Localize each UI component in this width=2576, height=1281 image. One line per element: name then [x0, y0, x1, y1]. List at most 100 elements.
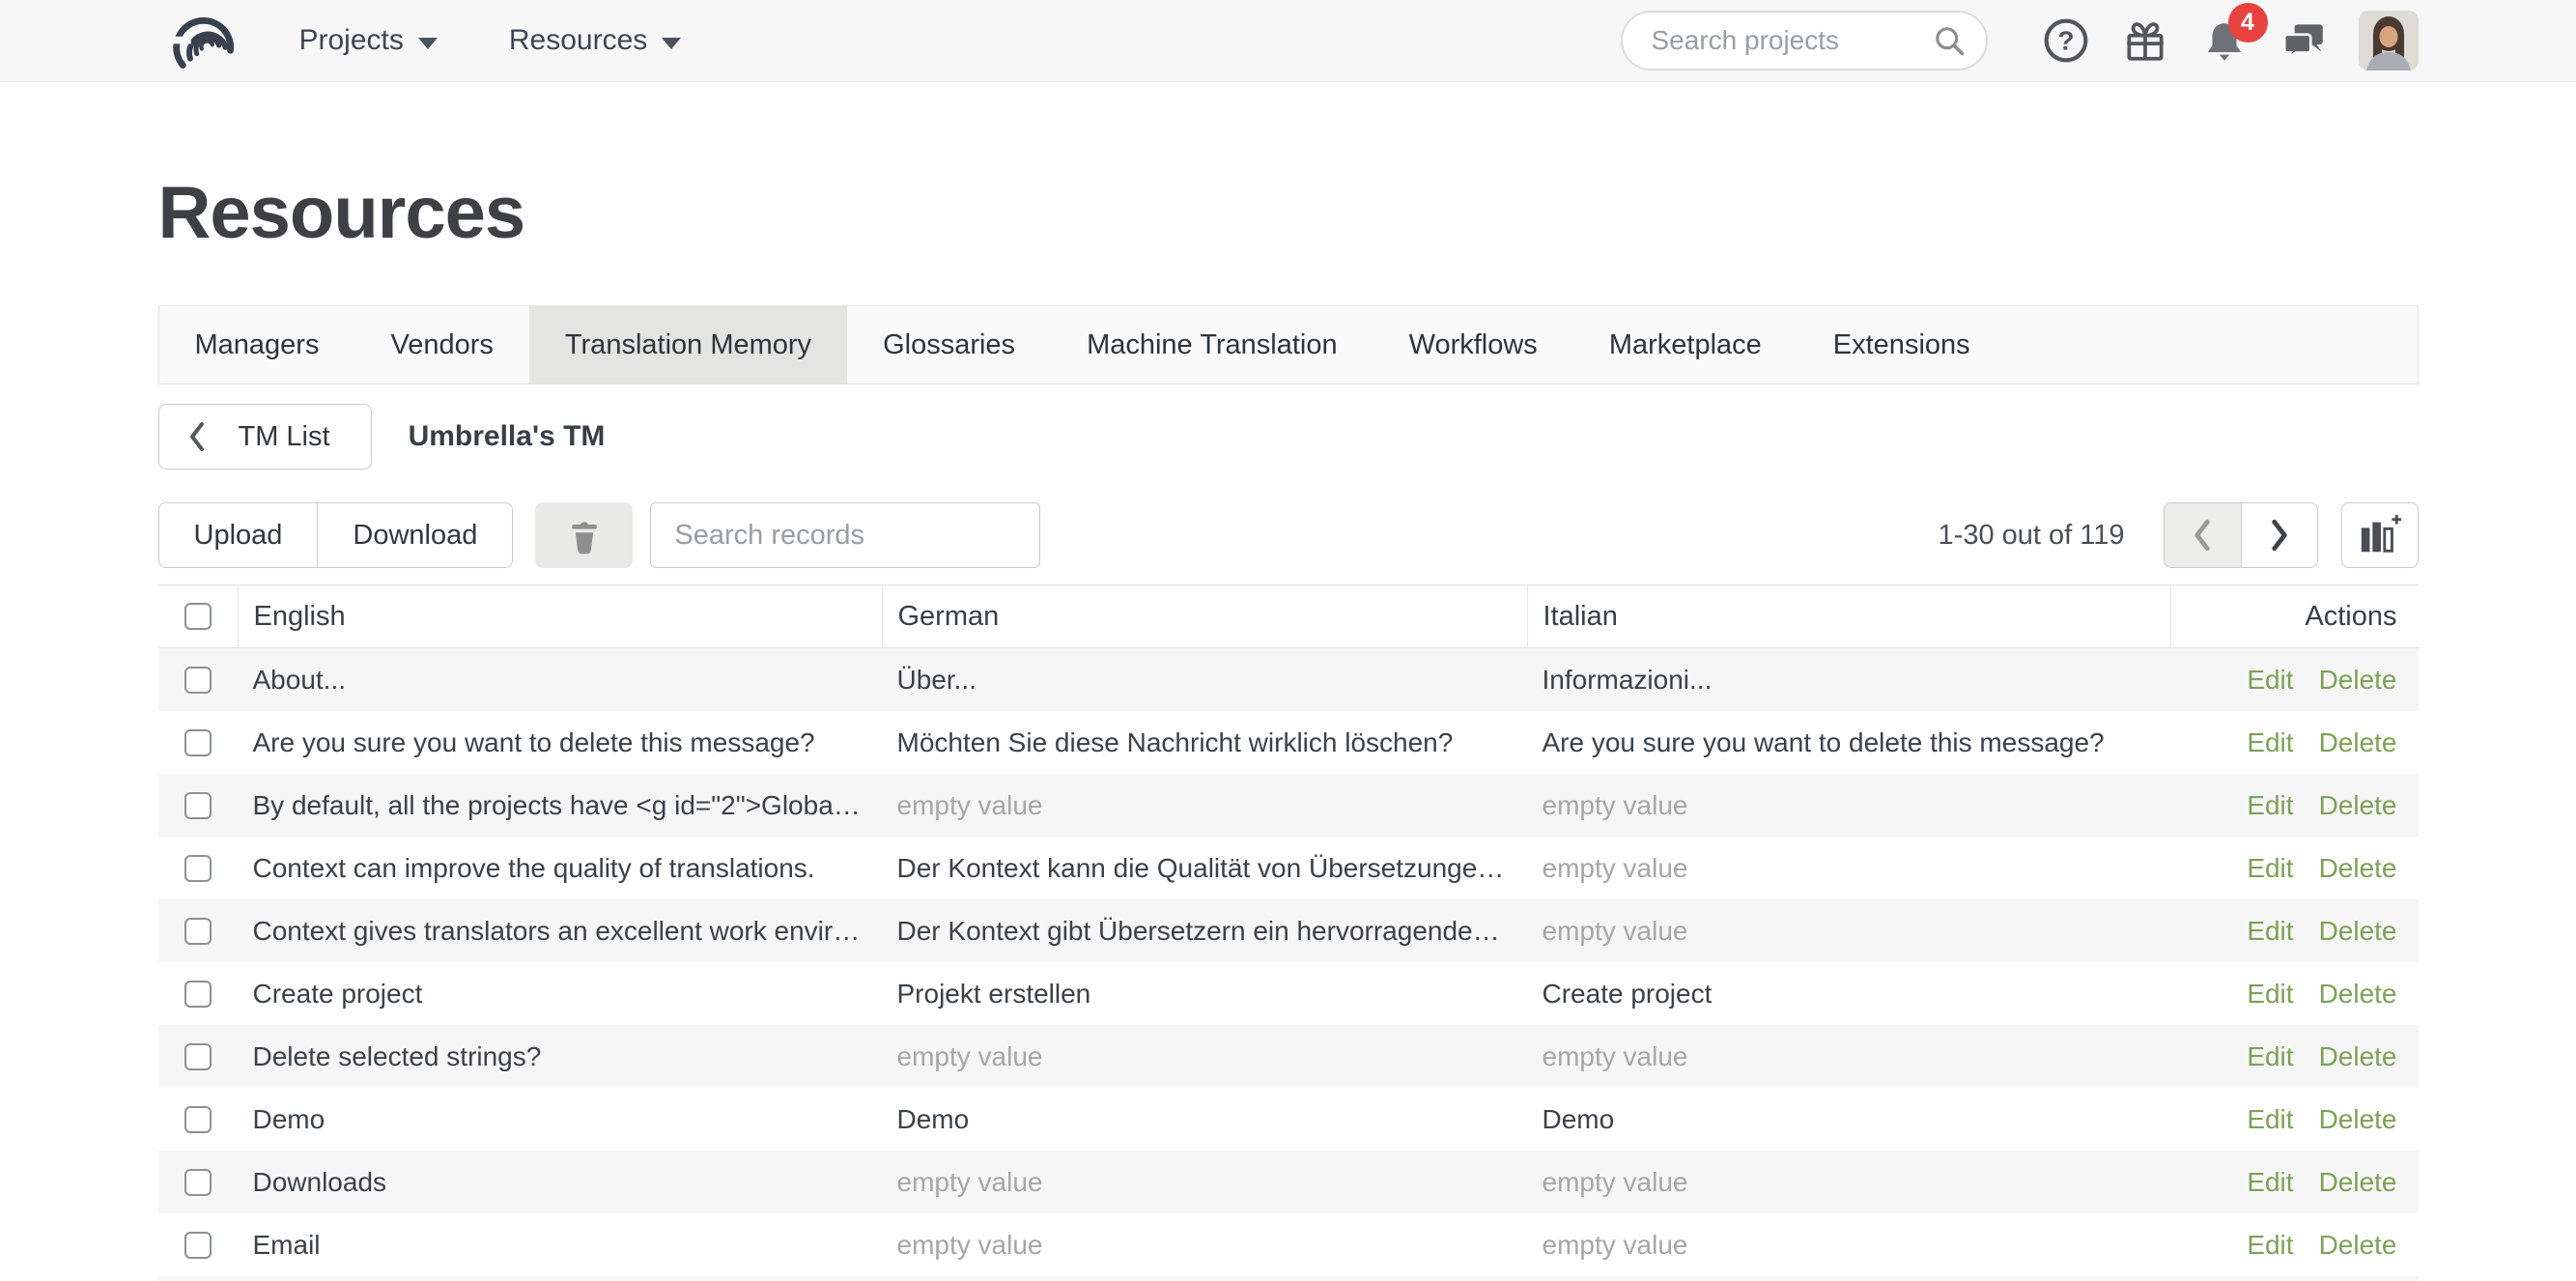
nav-resources-label: Resources [509, 24, 647, 57]
select-all-checkbox[interactable] [184, 603, 212, 630]
cell-italian: Create project [1527, 979, 2170, 1010]
chevron-down-icon [418, 38, 438, 49]
user-avatar[interactable] [2359, 11, 2419, 71]
tab-managers[interactable]: Managers [159, 306, 355, 384]
row-checkbox[interactable] [184, 918, 212, 945]
delete-link[interactable]: Delete [2319, 1230, 2397, 1261]
tab-marketplace[interactable]: Marketplace [1573, 306, 1798, 384]
cell-italian: Informazioni... [1527, 665, 2170, 696]
tab-workflows[interactable]: Workflows [1373, 306, 1573, 384]
delete-link[interactable]: Delete [2319, 979, 2397, 1010]
table-row: Create project Projekt erstellen Create … [158, 962, 2419, 1025]
page-title: Resources [158, 171, 2419, 255]
help-icon[interactable]: ? [2040, 14, 2092, 67]
resources-tab-bar: Managers Vendors Translation Memory Glos… [158, 305, 2419, 384]
trash-icon [563, 514, 606, 556]
table-row: Demo Demo Demo EditDelete [158, 1088, 2419, 1151]
delete-selected-button[interactable] [535, 502, 633, 568]
search-records-input[interactable] [650, 502, 1040, 568]
edit-link[interactable]: Edit [2247, 1167, 2293, 1198]
notifications-bell-icon[interactable]: 4 [2198, 14, 2250, 67]
app-logo-icon[interactable] [158, 8, 243, 73]
edit-link[interactable]: Edit [2247, 1041, 2293, 1072]
delete-link[interactable]: Delete [2319, 853, 2397, 884]
cell-italian: empty value [1527, 1167, 2170, 1198]
tm-name-title: Umbrella's TM [409, 420, 606, 453]
cell-english: Create project [238, 979, 882, 1010]
column-header-italian: Italian [1527, 585, 2170, 647]
edit-link[interactable]: Edit [2247, 1230, 2293, 1261]
breadcrumb: TM List Umbrella's TM [158, 404, 2419, 470]
edit-link[interactable]: Edit [2247, 790, 2293, 821]
row-checkbox[interactable] [184, 981, 212, 1008]
manage-columns-button[interactable] [2341, 502, 2419, 568]
row-checkbox[interactable] [184, 1169, 212, 1196]
projects-search[interactable] [1621, 11, 1988, 71]
edit-link[interactable]: Edit [2247, 727, 2293, 758]
edit-link[interactable]: Edit [2247, 916, 2293, 947]
tab-glossaries[interactable]: Glossaries [847, 306, 1051, 384]
row-checkbox[interactable] [184, 1232, 212, 1259]
tab-vendors[interactable]: Vendors [354, 306, 528, 384]
delete-link[interactable]: Delete [2319, 1167, 2397, 1198]
row-checkbox[interactable] [184, 792, 212, 819]
edit-link[interactable]: Edit [2247, 1104, 2293, 1135]
table-row: Delete selected strings? empty value emp… [158, 1025, 2419, 1088]
delete-link[interactable]: Delete [2319, 727, 2397, 758]
upload-button[interactable]: Upload [159, 503, 318, 567]
table-header-row: English German Italian Actions [158, 584, 2419, 648]
cell-italian: Are you sure you want to delete this mes… [1527, 727, 2170, 758]
table-row: Context can improve the quality of trans… [158, 837, 2419, 899]
chevron-down-icon [662, 38, 681, 49]
delete-link[interactable]: Delete [2319, 1041, 2397, 1072]
nav-projects-label: Projects [299, 24, 404, 57]
cell-german: Der Kontext kann die Qualität von Überse… [882, 853, 1527, 884]
edit-link[interactable]: Edit [2247, 853, 2293, 884]
cell-italian: empty value [1527, 790, 2170, 821]
cell-english: Downloads [238, 1167, 882, 1198]
table-row: Context gives translators an excellent w… [158, 899, 2419, 962]
edit-link[interactable]: Edit [2247, 665, 2293, 696]
nav-resources-menu[interactable]: Resources [509, 24, 681, 57]
notification-count-badge: 4 [2228, 3, 2268, 43]
cell-english: By default, all the projects have <g id=… [238, 790, 882, 821]
cell-english: About... [238, 665, 882, 696]
row-checkbox[interactable] [184, 729, 212, 756]
cell-italian: Demo [1527, 1104, 2170, 1135]
table-body: About... Über... Informazioni... EditDel… [158, 648, 2419, 1281]
tab-translation-memory[interactable]: Translation Memory [529, 306, 847, 384]
back-to-tm-list-button[interactable]: TM List [158, 404, 372, 470]
messages-icon[interactable] [2278, 14, 2330, 67]
delete-link[interactable]: Delete [2319, 916, 2397, 947]
delete-link[interactable]: Delete [2319, 1104, 2397, 1135]
cell-english: Delete selected strings? [238, 1041, 882, 1072]
cell-german: empty value [882, 1041, 1527, 1072]
delete-link[interactable]: Delete [2319, 665, 2397, 696]
row-checkbox[interactable] [184, 667, 212, 694]
row-checkbox[interactable] [184, 1106, 212, 1133]
edit-link[interactable]: Edit [2247, 979, 2293, 1010]
next-page-button[interactable] [2241, 503, 2317, 567]
cell-german: Über... [882, 665, 1527, 696]
delete-link[interactable]: Delete [2319, 790, 2397, 821]
back-button-label: TM List [239, 421, 330, 453]
cell-english: Demo [238, 1104, 882, 1135]
tab-extensions[interactable]: Extensions [1798, 306, 2006, 384]
nav-projects-menu[interactable]: Projects [299, 24, 438, 57]
search-icon [1932, 23, 1967, 58]
columns-icon [2357, 513, 2403, 557]
table-row: By default, all the projects have <g id=… [158, 774, 2419, 837]
gift-icon[interactable] [2119, 14, 2171, 67]
prev-page-button[interactable] [2165, 503, 2241, 567]
projects-search-input[interactable] [1650, 24, 1932, 57]
table-row: Downloads empty value empty value EditDe… [158, 1151, 2419, 1213]
cell-english: Email [238, 1230, 882, 1261]
row-checkbox[interactable] [184, 855, 212, 882]
row-checkbox[interactable] [184, 1043, 212, 1070]
pagination-range-text: 1-30 out of 119 [1939, 520, 2125, 552]
cell-german: empty value [882, 790, 1527, 821]
tab-machine-translation[interactable]: Machine Translation [1051, 306, 1373, 384]
column-header-english: English [238, 585, 882, 647]
download-button[interactable]: Download [317, 503, 512, 567]
tm-records-table: English German Italian Actions About... … [158, 584, 2419, 1281]
